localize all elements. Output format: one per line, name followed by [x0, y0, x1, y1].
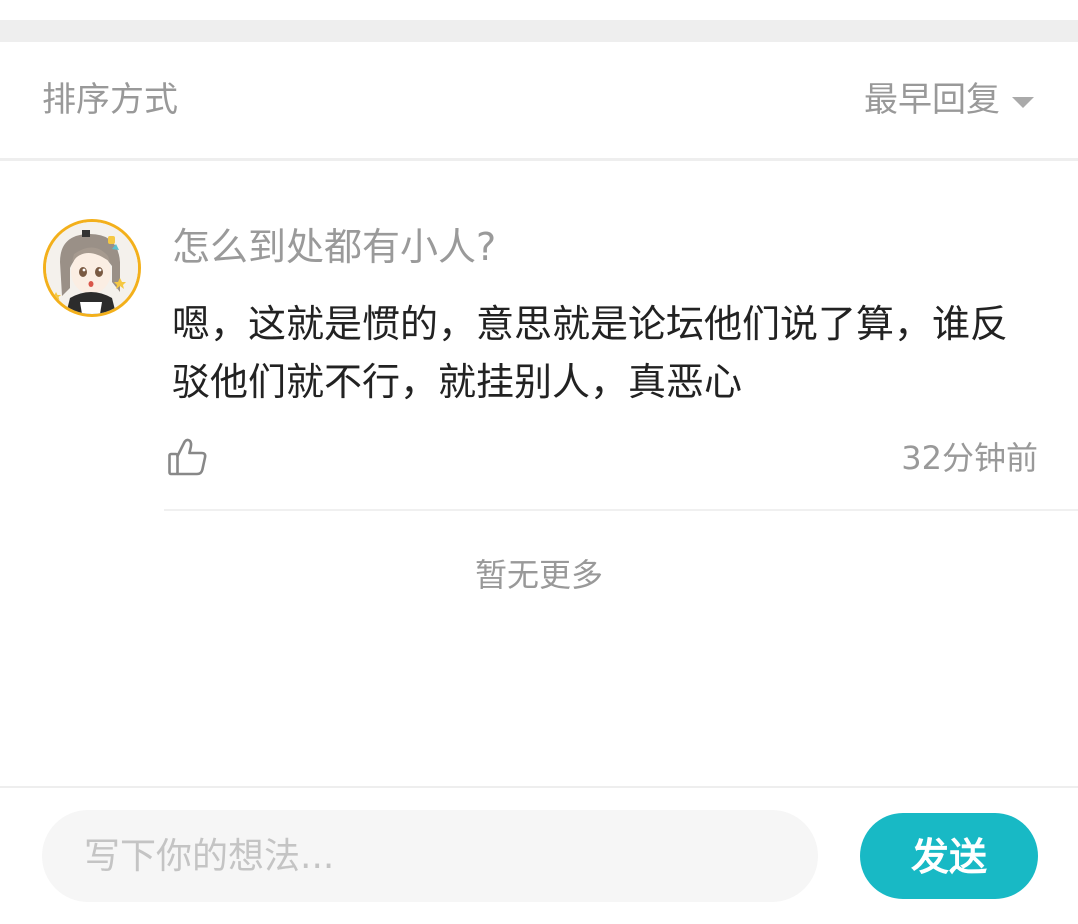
send-button[interactable]: 发送 — [860, 813, 1038, 899]
avatar-illustration — [46, 222, 138, 314]
comment-text: 嗯，这就是惯的，意思就是论坛他们说了算，谁反驳他们就不行，就挂别人，真恶心 — [172, 302, 1009, 404]
sort-dropdown[interactable]: 最早回复 — [864, 78, 1034, 122]
comment-timestamp: 32分钟前 — [901, 439, 1038, 477]
comment-page: 排序方式 最早回复 怎么到处都有小人? 嗯，这就是惯的，意思就是论坛他们说了算，… — [0, 0, 1078, 924]
quoted-reply: 怎么到处都有小人? — [172, 225, 497, 269]
top-spacer — [0, 0, 1078, 20]
comment-divider — [164, 509, 1078, 511]
comment-input[interactable] — [42, 810, 818, 902]
sort-bar: 排序方式 最早回复 — [0, 42, 1078, 161]
comment-item: 怎么到处都有小人? 嗯，这就是惯的，意思就是论坛他们说了算，谁反驳他们就不行，就… — [0, 161, 1078, 511]
avatar[interactable] — [43, 219, 141, 317]
sort-selected-value: 最早回复 — [864, 80, 1000, 120]
no-more-label: 暂无更多 — [474, 556, 603, 594]
caret-down-icon — [1012, 96, 1034, 108]
section-separator — [0, 20, 1078, 42]
thumbs-up-icon[interactable] — [166, 435, 210, 479]
sort-label: 排序方式 — [42, 80, 178, 120]
comment-composer: 发送 — [0, 786, 1078, 924]
